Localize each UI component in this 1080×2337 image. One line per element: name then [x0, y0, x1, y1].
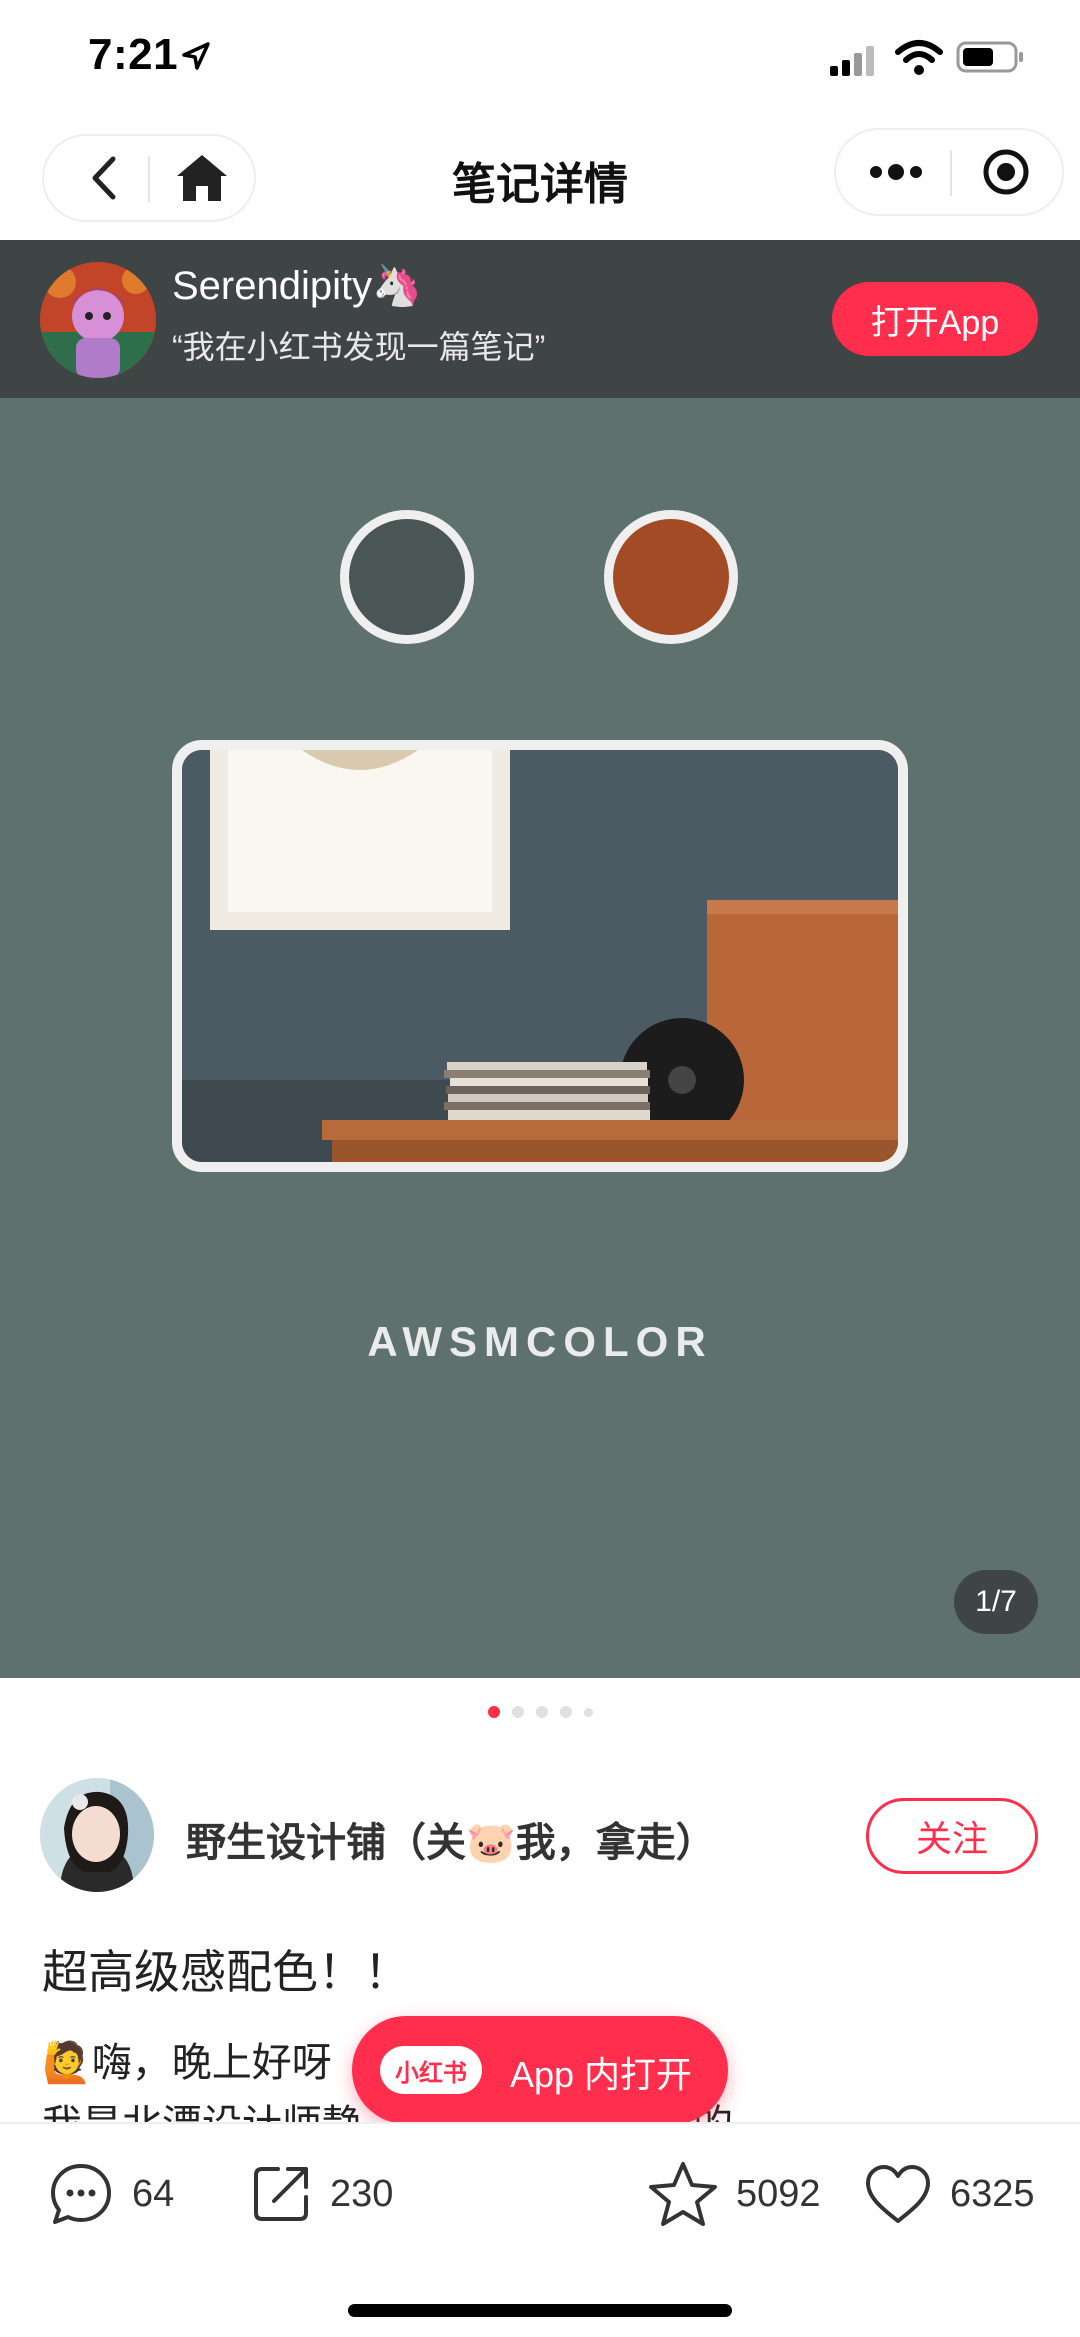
bottom-action-bar: 64 230 5092 6325 — [0, 2122, 1080, 2337]
share-arrow-icon — [254, 2167, 308, 2221]
post-body-line: 🙋嗨，晚上好呀 — [42, 2041, 332, 2085]
share-count: 230 — [330, 2172, 394, 2215]
open-app-banner: Serendipity🦄 “我在小红书发现一篇笔记” 打开App — [0, 240, 1080, 398]
like-count: 6325 — [950, 2172, 1035, 2215]
more-dots-icon — [870, 164, 922, 180]
share-button[interactable]: 230 — [250, 2154, 393, 2234]
collect-button[interactable]: 5092 — [648, 2154, 821, 2234]
battery-icon — [956, 41, 1023, 73]
carousel-dot[interactable] — [511, 1706, 524, 1718]
banner-user-name: Serendipity🦄 — [172, 264, 422, 308]
brand-watermark: AWSMCOLOR — [367, 1318, 713, 1365]
page-indicator: 1/7 — [954, 1570, 1038, 1634]
author-name[interactable]: 野生设计铺（关🐷我，拿走） — [186, 1810, 716, 1868]
follow-button[interactable]: 关注 — [866, 1798, 1038, 1874]
image-carousel[interactable]: AWSMCOLOR 1/7 — [0, 398, 1080, 1678]
cellular-signal-icon — [830, 46, 874, 76]
target-circle-icon — [983, 149, 1029, 195]
open-app-button[interactable]: 打开App — [832, 282, 1038, 356]
interior-photo — [172, 740, 908, 1172]
avatar-illustration — [40, 262, 156, 378]
status-bar: 7:21 — [0, 0, 1080, 118]
star-icon — [649, 2162, 717, 2226]
nav-capsule-right — [834, 128, 1064, 216]
xiaohongshu-logo: 小红书 — [380, 2046, 482, 2094]
author-row: 野生设计铺（关🐷我，拿走） 关注 — [0, 1770, 1080, 1900]
capsule-divider — [950, 150, 952, 196]
carousel-dot[interactable] — [559, 1706, 572, 1718]
interior-photo-illustration — [182, 750, 898, 1162]
carousel-dot[interactable] — [583, 1707, 593, 1717]
author-avatar[interactable] — [40, 1778, 154, 1892]
comment-bubble-icon — [51, 2164, 111, 2224]
banner-subtitle: “我在小红书发现一篇笔记” — [172, 329, 546, 365]
carousel-dot-active[interactable] — [487, 1706, 500, 1718]
like-button[interactable]: 6325 — [864, 2154, 1035, 2234]
comment-count: 64 — [132, 2172, 175, 2215]
close-miniapp-button[interactable] — [956, 130, 1056, 214]
wifi-icon — [895, 40, 943, 75]
location-arrow-icon — [182, 42, 210, 70]
status-time: 7:21 — [88, 30, 179, 79]
home-indicator[interactable] — [348, 2304, 732, 2317]
nav-bar: 笔记详情 — [0, 118, 1080, 240]
banner-avatar — [40, 262, 156, 378]
collect-count: 5092 — [736, 2172, 821, 2215]
author-avatar-photo — [40, 1778, 154, 1892]
open-in-app-pill[interactable]: 小红书 App 内打开 — [352, 2016, 728, 2124]
open-in-app-label: App 内打开 — [510, 2054, 693, 2095]
color-swatch-rust — [604, 510, 738, 644]
carousel-dot[interactable] — [535, 1706, 548, 1718]
heart-icon — [866, 2165, 930, 2223]
color-swatch-slate — [340, 510, 474, 644]
comment-button[interactable]: 64 — [48, 2154, 174, 2234]
carousel-dots — [0, 1706, 1080, 1718]
more-button[interactable] — [846, 130, 946, 214]
post-title: 超高级感配色！！ — [42, 1946, 410, 1998]
